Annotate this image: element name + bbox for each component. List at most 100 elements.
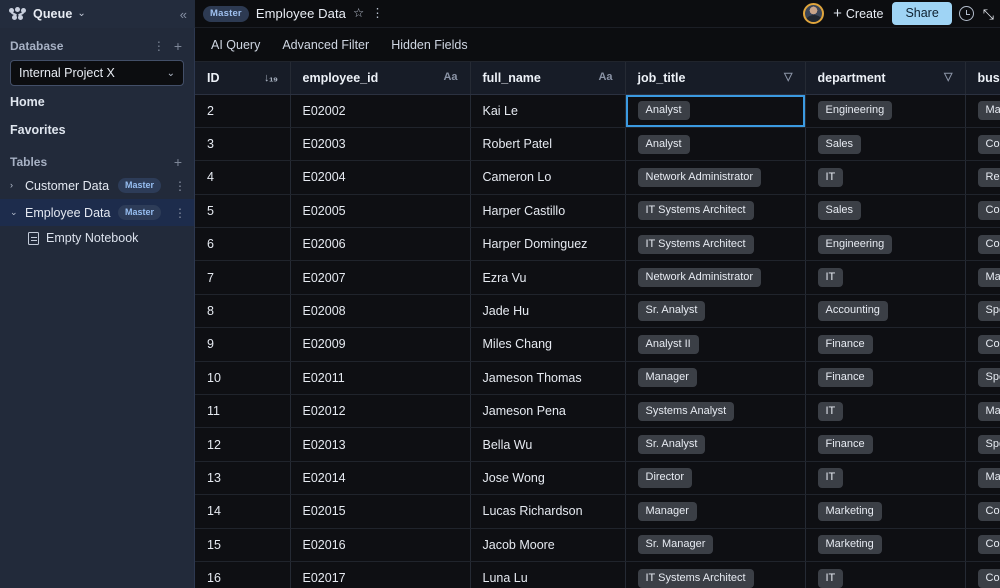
avatar[interactable] (803, 3, 825, 24)
cell-id[interactable]: 3 (195, 127, 291, 162)
table-row[interactable]: 11E02012Jameson Pena Systems Analyst IT Mar (195, 394, 1000, 429)
cell-department[interactable]: Finance (805, 427, 966, 462)
column-header-job-title[interactable]: job_title ▽ (625, 62, 806, 95)
cell-employee-id[interactable]: E02007 (290, 260, 471, 295)
cell-department[interactable]: Engineering (805, 227, 966, 262)
table-more-icon[interactable]: ⋮ (174, 180, 186, 192)
cell-employee-id[interactable]: E02002 (290, 94, 471, 128)
table-row[interactable]: 12E02013Bella Wu Sr. Analyst Finance Spe (195, 427, 1000, 462)
chevron-down-icon[interactable]: ⌄ (10, 208, 19, 217)
cell-job-title[interactable]: Manager (625, 494, 806, 529)
star-icon[interactable]: ☆ (353, 7, 364, 20)
cell-busi[interactable]: Spe (965, 294, 1000, 329)
cell-department[interactable]: Engineering (805, 94, 966, 128)
table-row[interactable]: 16E02017Luna Lu IT Systems Architect IT Cor (195, 561, 1000, 588)
table-row[interactable]: 4 E02004 Cameron Lo Network Administrator IT… (195, 160, 1000, 195)
cell-job-title[interactable]: Network Administrator (625, 260, 806, 295)
cell-job-title[interactable]: Director (625, 461, 806, 496)
chevron-right-icon[interactable]: › (10, 181, 19, 190)
expand-icon[interactable]: ⤡ (983, 7, 994, 21)
cell-busi[interactable]: Cor (965, 528, 1000, 562)
cell-job-title[interactable]: Sr. Analyst (625, 294, 806, 329)
cell-id[interactable]: 13 (195, 461, 291, 496)
cell-job-title[interactable]: Systems Analyst (625, 394, 806, 429)
cell-employee-id[interactable]: E02009 (290, 327, 471, 362)
cell-full-name[interactable]: Harper Castillo (470, 194, 626, 229)
cell-employee-id[interactable]: E02013 (290, 427, 471, 462)
cell-busi[interactable]: Cor (965, 227, 1000, 262)
cell-busi[interactable]: Mar (965, 394, 1000, 429)
create-button[interactable]: + Create (831, 6, 885, 21)
collapse-sidebar-icon[interactable]: « (180, 8, 187, 21)
cell-id[interactable]: 5 (195, 194, 291, 229)
cell-department[interactable]: IT (805, 394, 966, 429)
cell-busi[interactable]: Spe (965, 361, 1000, 396)
cell-full-name[interactable]: Jameson Pena (470, 394, 626, 429)
cell-id[interactable]: 2 (195, 94, 291, 128)
cell-full-name[interactable]: Jacob Moore (470, 528, 626, 562)
cell-full-name[interactable]: Kai Le (470, 94, 626, 128)
cell-employee-id[interactable]: E02006 (290, 227, 471, 262)
cell-busi[interactable]: Cor (965, 561, 1000, 588)
cell-id[interactable]: 8 (195, 294, 291, 329)
cell-full-name[interactable]: Jose Wong (470, 461, 626, 496)
tab-ai-query[interactable]: AI Query (211, 38, 260, 52)
database-select[interactable]: Internal Project X ⌄ (10, 60, 184, 86)
cell-employee-id[interactable]: E02004 (290, 160, 471, 195)
cell-department[interactable]: IT (805, 561, 966, 588)
sort-asc-numeric-icon[interactable]: ↓₁₉ (264, 72, 278, 84)
table-row[interactable]: 5 E02005 Harper Castillo IT Systems Archite… (195, 194, 1000, 229)
cell-department[interactable]: Finance (805, 361, 966, 396)
cell-id[interactable]: 14 (195, 494, 291, 529)
cell-department[interactable]: IT (805, 461, 966, 496)
sidebar-item-customer-data[interactable]: › Customer Data Master ⋮ (0, 172, 194, 199)
sidebar-item-favorites[interactable]: Favorites (0, 116, 194, 144)
cell-full-name[interactable]: Ezra Vu (470, 260, 626, 295)
table-row[interactable]: 6 E02006 Harper Dominguez IT Systems Archit… (195, 227, 1000, 262)
cell-busi[interactable]: Spe (965, 427, 1000, 462)
chevron-down-icon[interactable]: ⌄ (77, 9, 85, 19)
cell-busi[interactable]: Cor (965, 194, 1000, 229)
column-header-business[interactable]: busi (965, 62, 1000, 95)
cell-employee-id[interactable]: E02003 (290, 127, 471, 162)
cell-department[interactable]: Sales (805, 127, 966, 162)
cell-department[interactable]: Finance (805, 327, 966, 362)
cell-full-name[interactable]: Miles Chang (470, 327, 626, 362)
cell-employee-id[interactable]: E02015 (290, 494, 471, 529)
cell-full-name[interactable]: Harper Dominguez (470, 227, 626, 262)
cell-employee-id[interactable]: E02011 (290, 361, 471, 396)
cell-full-name[interactable]: Bella Wu (470, 427, 626, 462)
cell-id[interactable]: 10 (195, 361, 291, 396)
cell-employee-id[interactable]: E02014 (290, 461, 471, 496)
history-clock-icon[interactable] (958, 6, 974, 21)
cell-busi[interactable]: Res (965, 160, 1000, 195)
cell-department[interactable]: Sales (805, 194, 966, 229)
cell-employee-id[interactable]: E02012 (290, 394, 471, 429)
cell-employee-id[interactable]: E02008 (290, 294, 471, 329)
cell-full-name[interactable]: Luna Lu (470, 561, 626, 588)
cell-employee-id[interactable]: E02017 (290, 561, 471, 588)
cell-job-title[interactable]: Manager (625, 361, 806, 396)
data-grid-scroll-area[interactable]: ID ↓₁₉ employee_id Aa full_name Aa job_t… (195, 62, 1000, 588)
cell-job-title[interactable]: Sr. Manager (625, 528, 806, 562)
cell-employee-id[interactable]: E02016 (290, 528, 471, 562)
cell-job-title[interactable]: Sr. Analyst (625, 427, 806, 462)
cell-job-title[interactable]: IT Systems Architect (625, 227, 806, 262)
cell-job-title[interactable]: Network Administrator (625, 160, 806, 195)
table-more-icon[interactable]: ⋮ (174, 207, 186, 219)
cell-id[interactable]: 7 (195, 260, 291, 295)
cell-id[interactable]: 12 (195, 427, 291, 462)
cell-department[interactable]: IT (805, 260, 966, 295)
cell-id[interactable]: 9 (195, 327, 291, 362)
cell-full-name[interactable]: Cameron Lo (470, 160, 626, 195)
sidebar-item-empty-notebook[interactable]: Empty Notebook (0, 226, 194, 250)
cell-department[interactable]: Accounting (805, 294, 966, 329)
cell-busi[interactable]: Cor (965, 127, 1000, 162)
table-row[interactable]: 2E02002Kai Le Analyst Engineering Mar (195, 94, 1000, 128)
tab-advanced-filter[interactable]: Advanced Filter (282, 38, 369, 52)
cell-full-name[interactable]: Jade Hu (470, 294, 626, 329)
table-row[interactable]: 10E02011Jameson Thomas Manager Finance Spe (195, 361, 1000, 396)
cell-department[interactable]: IT (805, 160, 966, 195)
more-options-icon[interactable]: ⋮ (371, 7, 384, 20)
cell-id[interactable]: 4 (195, 160, 291, 195)
